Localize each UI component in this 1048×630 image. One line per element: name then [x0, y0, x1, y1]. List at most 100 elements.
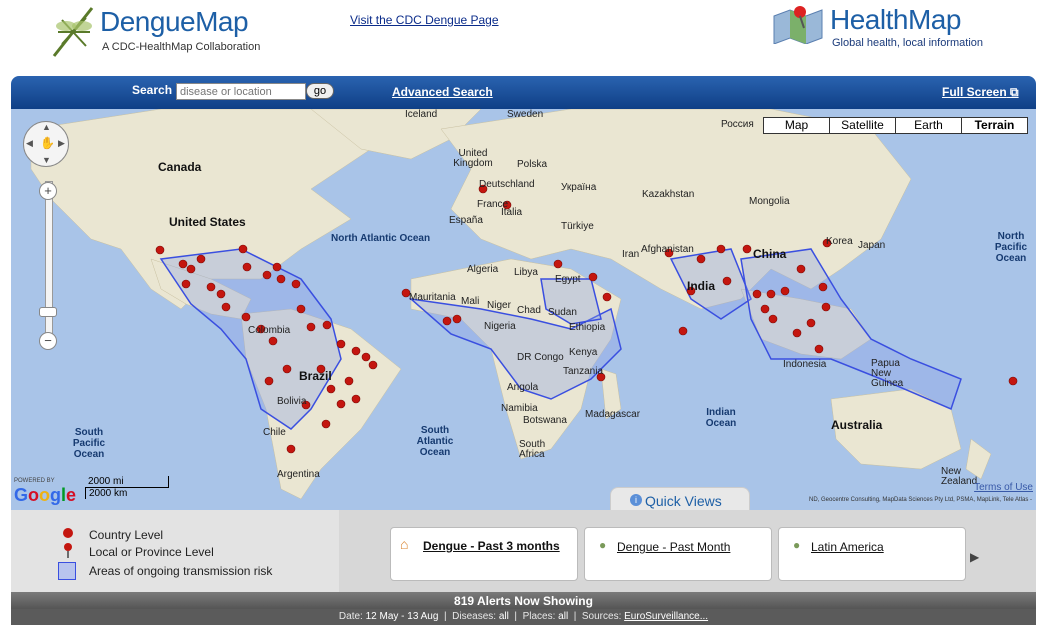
- info-icon: i: [630, 494, 642, 506]
- label-korea: Korea: [826, 236, 853, 247]
- alerts-count: 819 Alerts Now Showing: [11, 594, 1036, 608]
- search-input[interactable]: [176, 83, 306, 100]
- denguemap-title: DengueMap: [100, 6, 248, 38]
- quick-views-label: Quick Views: [645, 493, 722, 509]
- label-brazil: Brazil: [299, 369, 332, 383]
- label-kenya: Kenya: [569, 347, 597, 358]
- zoom-slider[interactable]: [45, 181, 53, 343]
- pan-right-icon[interactable]: ▶: [58, 138, 65, 149]
- country-level-marker-icon: [62, 527, 74, 541]
- transmission-area-swatch: [58, 562, 76, 580]
- label-tanzania: Tanzania: [563, 366, 603, 377]
- label-kazakhstan: Kazakhstan: [642, 189, 694, 200]
- quick-view-card-latin-america[interactable]: ● Latin America: [778, 527, 966, 581]
- diseases-value[interactable]: all: [499, 611, 509, 622]
- label-australia: Australia: [831, 418, 882, 432]
- label-turkiye: Türkiye: [561, 221, 594, 232]
- label-espana: España: [449, 215, 483, 226]
- label-chile: Chile: [263, 427, 286, 438]
- home-icon: ⌂: [400, 536, 408, 552]
- ocean-south-pacific: South Pacific Ocean: [69, 427, 109, 460]
- label-colombia: Colombia: [248, 325, 290, 336]
- label-rossiya: Россия: [721, 119, 754, 130]
- label-niger: Niger: [487, 300, 511, 311]
- date-value[interactable]: 12 May - 13 Aug: [366, 611, 439, 622]
- quick-view-label[interactable]: Dengue - Past Month: [617, 540, 730, 554]
- world-map[interactable]: Canada United States Colombia Brazil Bol…: [11, 109, 1036, 510]
- label-canada: Canada: [158, 160, 201, 174]
- filter-summary: Date: 12 May - 13 Aug | Diseases: all | …: [11, 611, 1036, 622]
- person-icon: ●: [599, 538, 606, 552]
- map-type-terrain[interactable]: Terrain: [961, 118, 1027, 133]
- label-botswana: Botswana: [523, 415, 567, 426]
- map-scale: 2000 mi 2000 km: [85, 476, 169, 499]
- zoom-handle[interactable]: [39, 307, 57, 317]
- map-type-earth[interactable]: Earth: [895, 118, 961, 133]
- label-polska: Polska: [517, 159, 547, 170]
- label-india: India: [687, 279, 715, 293]
- label-dr-congo: DR Congo: [517, 352, 564, 363]
- label-indonesia: Indonesia: [783, 359, 826, 370]
- full-screen-link[interactable]: Full Screen ⧉: [942, 85, 1019, 100]
- denguemap-subtitle: A CDC-HealthMap Collaboration: [102, 41, 260, 53]
- ocean-south-atlantic: South Atlantic Ocean: [415, 425, 455, 458]
- powered-by-text: POWERED BY: [14, 478, 55, 484]
- search-label: Search: [132, 83, 172, 97]
- go-button[interactable]: go: [306, 83, 334, 99]
- pan-control[interactable]: ▲ ▼ ◀ ▶ ✋: [23, 121, 69, 167]
- ocean-north-atlantic: North Atlantic Ocean: [331, 233, 430, 244]
- healthmap-subtitle: Global health, local information: [832, 37, 983, 49]
- map-type-satellite[interactable]: Satellite: [829, 118, 895, 133]
- label-madagascar: Madagascar: [585, 409, 640, 420]
- healthmap-title: HealthMap: [830, 4, 961, 36]
- label-ethiopia: Ethiopia: [569, 322, 605, 333]
- next-arrow-icon[interactable]: ▶: [970, 550, 979, 564]
- label-mongolia: Mongolia: [749, 196, 790, 207]
- diseases-label: Diseases:: [452, 611, 496, 622]
- zoom-out-button[interactable]: −: [39, 332, 57, 350]
- places-value[interactable]: all: [558, 611, 568, 622]
- label-papua-new-guinea: Papua New Guinea: [871, 359, 921, 389]
- map-attribution: ND, Geocentre Consulting, MapData Scienc…: [809, 497, 1032, 503]
- label-namibia: Namibia: [501, 403, 538, 414]
- label-deutschland: Deutschland: [479, 179, 535, 190]
- label-egypt: Egypt: [555, 274, 581, 285]
- label-algeria: Algeria: [467, 264, 498, 275]
- label-nigeria: Nigeria: [484, 321, 516, 332]
- person-icon: ●: [793, 538, 800, 552]
- label-sweden: Sweden: [507, 109, 543, 120]
- local-level-marker-icon: [62, 543, 74, 559]
- legend-country-level: Country Level: [89, 528, 163, 542]
- google-logo[interactable]: Google: [14, 485, 76, 506]
- label-italia: Italia: [501, 207, 522, 218]
- places-label: Places:: [523, 611, 556, 622]
- sources-label: Sources:: [582, 611, 621, 622]
- zoom-in-button[interactable]: +: [39, 182, 57, 200]
- healthmap-logo-icon: [770, 2, 828, 44]
- label-sudan: Sudan: [548, 307, 577, 318]
- label-angola: Angola: [507, 382, 538, 393]
- full-screen-label: Full Screen: [942, 85, 1007, 99]
- ocean-north-pacific-east: North Pacific Ocean: [986, 231, 1036, 264]
- quick-view-card-past-month[interactable]: ● Dengue - Past Month: [584, 527, 772, 581]
- date-label: Date:: [339, 611, 363, 622]
- pan-down-icon[interactable]: ▼: [42, 155, 51, 165]
- quick-view-label[interactable]: Dengue - Past 3 months: [423, 539, 563, 554]
- quick-view-label[interactable]: Latin America: [811, 540, 884, 554]
- label-united-kingdom: United Kingdom: [443, 149, 503, 169]
- pan-up-icon[interactable]: ▲: [42, 122, 51, 132]
- label-south-africa: South Africa: [519, 440, 559, 460]
- label-argentina: Argentina: [277, 469, 320, 480]
- quick-view-card-past-3-months[interactable]: ⌂ Dengue - Past 3 months: [390, 527, 578, 581]
- advanced-search-link[interactable]: Advanced Search: [392, 85, 493, 99]
- map-type-map[interactable]: Map: [764, 118, 829, 133]
- cdc-dengue-link[interactable]: Visit the CDC Dengue Page: [350, 13, 499, 27]
- legend-transmission-areas: Areas of ongoing transmission risk: [89, 564, 272, 578]
- hand-icon: ✋: [40, 136, 55, 150]
- terms-of-use-link[interactable]: Terms of Use: [974, 482, 1033, 493]
- label-afghanistan: Afghanistan: [641, 244, 694, 255]
- label-libya: Libya: [514, 267, 538, 278]
- label-ukraina: Україна: [561, 182, 596, 193]
- pan-left-icon[interactable]: ◀: [26, 138, 33, 149]
- sources-value[interactable]: EuroSurveillance...: [624, 611, 708, 622]
